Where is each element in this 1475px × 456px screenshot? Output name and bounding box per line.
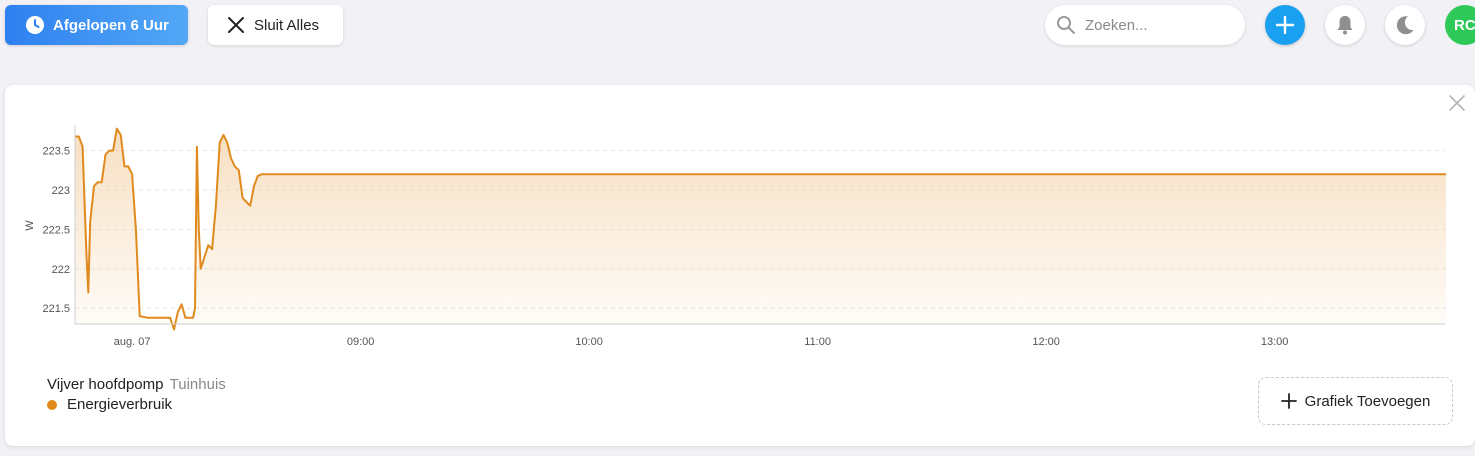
legend-title: Vijver hoofdpomp Tuinhuis bbox=[47, 376, 226, 393]
moon-icon bbox=[1394, 14, 1416, 36]
x-tick-label: 10:00 bbox=[575, 336, 603, 348]
search-icon bbox=[1056, 15, 1076, 35]
x-tick-label: 09:00 bbox=[347, 336, 375, 348]
energy-chart: 221.5 222 222.5 223 223.5 Waug. 07 09:00 10:00 1… bbox=[24, 125, 1446, 348]
search-input[interactable] bbox=[1085, 16, 1225, 34]
x-tick-label: 12:00 bbox=[1032, 336, 1060, 348]
time-range-label: Afgelopen 6 Uur bbox=[53, 16, 169, 34]
chart-card: 221.5 222 222.5 223 223.5 Waug. 07 09:00 10:00 1… bbox=[5, 85, 1475, 446]
y-tick-label: 222 bbox=[52, 264, 70, 276]
add-button[interactable] bbox=[1265, 5, 1305, 45]
clock-icon bbox=[25, 15, 45, 35]
bell-icon bbox=[1335, 14, 1355, 36]
close-all-label: Sluit Alles bbox=[254, 16, 320, 34]
add-chart-button[interactable]: Grafiek Toevoegen bbox=[1258, 377, 1453, 425]
close-all-button[interactable]: Sluit Alles bbox=[208, 5, 343, 45]
close-icon bbox=[227, 16, 245, 34]
x-tick-label: 13:00 bbox=[1261, 336, 1289, 348]
y-tick-label: 223 bbox=[52, 185, 70, 197]
series-area bbox=[75, 128, 1446, 330]
search-box bbox=[1045, 5, 1245, 45]
x-tick-label: aug. 07 bbox=[114, 336, 151, 348]
legend-series-label: Energieverbruik bbox=[67, 396, 173, 413]
y-axis-label: W bbox=[24, 220, 36, 231]
legend-item[interactable]: Energieverbruik bbox=[47, 396, 226, 413]
avatar-initials: RC bbox=[1454, 16, 1475, 34]
top-toolbar: Afgelopen 6 Uur Sluit Alles RC bbox=[0, 0, 1475, 56]
y-tick-label: 222.5 bbox=[42, 224, 70, 236]
plus-icon bbox=[1274, 14, 1296, 36]
avatar[interactable]: RC bbox=[1445, 5, 1475, 45]
plus-icon bbox=[1280, 393, 1297, 409]
add-chart-label: Grafiek Toevoegen bbox=[1304, 392, 1431, 410]
legend-color-dot bbox=[47, 399, 57, 410]
dark-mode-button[interactable] bbox=[1385, 5, 1425, 45]
legend-device-name: Vijver hoofdpomp bbox=[47, 376, 164, 393]
chart-legend: Vijver hoofdpomp Tuinhuis Energieverbrui… bbox=[47, 376, 226, 413]
y-tick-label: 223.5 bbox=[42, 146, 70, 158]
notifications-button[interactable] bbox=[1325, 5, 1365, 45]
x-tick-label: 11:00 bbox=[804, 336, 831, 348]
y-tick-label: 221.5 bbox=[42, 303, 70, 315]
legend-location: Tuinhuis bbox=[169, 376, 226, 393]
time-range-button[interactable]: Afgelopen 6 Uur bbox=[5, 5, 188, 45]
